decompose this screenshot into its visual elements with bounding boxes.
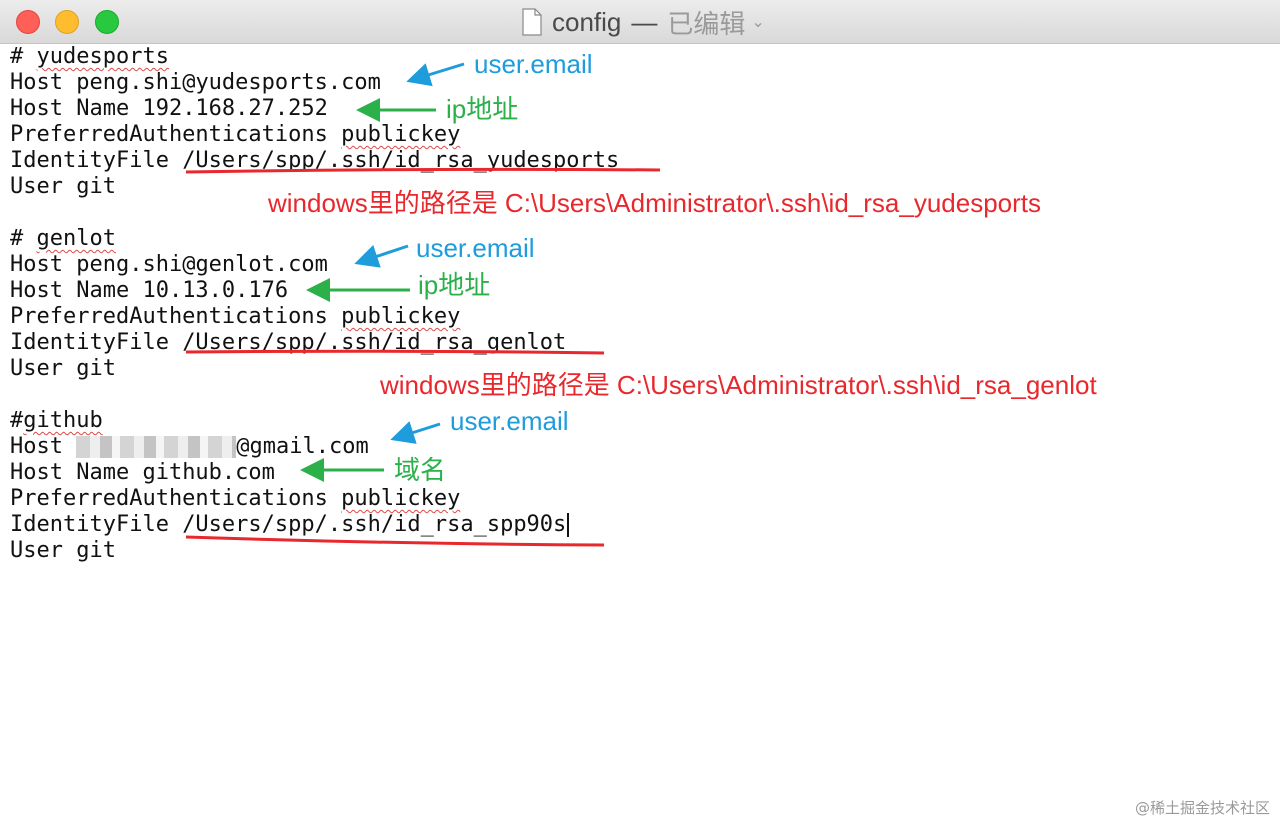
watermark: @稀土掘金技术社区 bbox=[1134, 799, 1270, 817]
email-label: user.email bbox=[474, 49, 593, 79]
ip-label: ip地址 bbox=[446, 94, 519, 124]
ip-label: ip地址 bbox=[418, 270, 491, 300]
annotation-overlay bbox=[185, 62, 661, 547]
domain-label: 域名 bbox=[394, 455, 447, 485]
path-underline bbox=[185, 535, 605, 547]
email-arrow bbox=[390, 421, 441, 444]
email-label: user.email bbox=[416, 233, 535, 263]
email-arrow bbox=[354, 244, 409, 268]
windows-path-note: windows里的路径是 C:\Users\Administrator\.ssh… bbox=[268, 188, 1042, 218]
windows-path-note: windows里的路径是 C:\Users\Administrator\.ssh… bbox=[380, 370, 1097, 400]
path-underline bbox=[185, 349, 605, 355]
email-label: user.email bbox=[450, 406, 569, 436]
path-underline bbox=[185, 167, 661, 174]
email-arrow bbox=[406, 62, 465, 87]
